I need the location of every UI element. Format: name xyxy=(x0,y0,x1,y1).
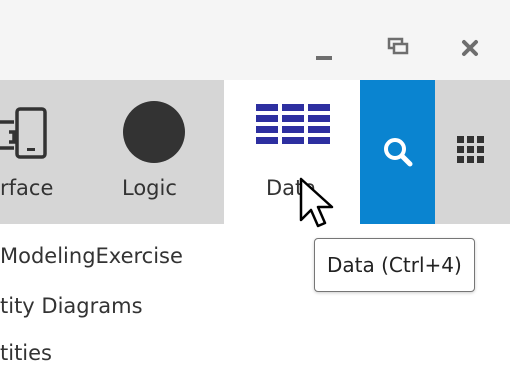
circle-icon xyxy=(123,101,185,163)
mouse-cursor-icon xyxy=(299,177,334,228)
restore-button[interactable] xyxy=(380,30,420,70)
restore-window-icon xyxy=(387,37,409,55)
list-item[interactable]: tity Diagrams xyxy=(0,294,143,318)
apps-button[interactable] xyxy=(435,80,510,224)
search-icon xyxy=(384,138,413,167)
search-button[interactable] xyxy=(360,80,435,224)
title-bar xyxy=(0,0,510,80)
minimize-button[interactable] xyxy=(306,30,346,70)
toolbar-item-logic[interactable]: Logic xyxy=(105,80,224,224)
data-grid-icon xyxy=(256,104,330,144)
minus-icon xyxy=(316,56,332,60)
toolbar-item-data[interactable]: Data xyxy=(224,80,360,224)
apps-grid-icon xyxy=(457,136,484,163)
main-toolbar: rface Logic Data xyxy=(0,80,510,224)
device-icon xyxy=(0,107,47,159)
toolbar-item-label: rface xyxy=(0,176,54,200)
tooltip: Data (Ctrl+4) xyxy=(314,238,475,292)
list-item[interactable]: ModelingExercise xyxy=(0,244,183,268)
list-item[interactable]: tities xyxy=(0,341,52,365)
toolbar-item-label: Logic xyxy=(122,176,177,200)
close-icon xyxy=(462,40,478,56)
toolbar-item-interface[interactable]: rface xyxy=(0,80,105,224)
close-button[interactable] xyxy=(450,30,490,70)
